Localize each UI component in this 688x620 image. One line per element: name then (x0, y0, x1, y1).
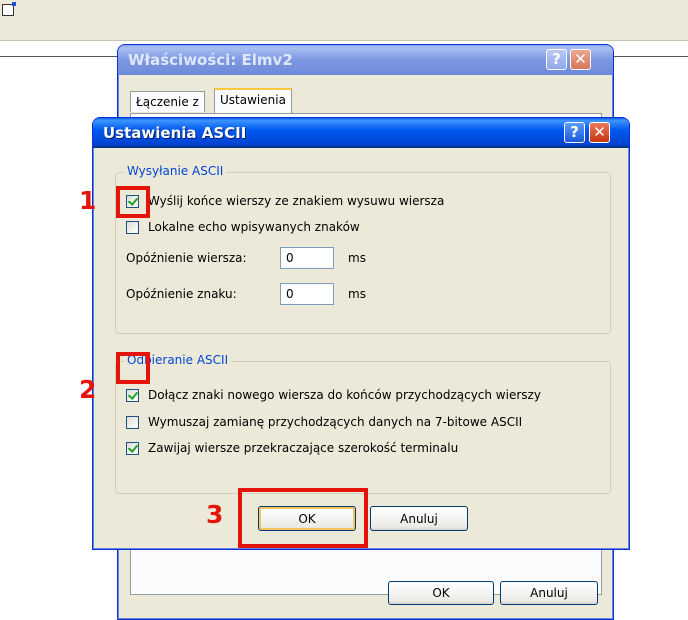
cancel-button[interactable]: Anuluj (370, 506, 468, 531)
send-line-ends-option[interactable]: Wyślij końce wierszy ze znakiem wysuwu w… (126, 192, 444, 210)
properties-close-button[interactable]: ✕ (570, 49, 591, 70)
ascii-sending-group: Wysyłanie ASCII Wyślij końce wierszy ze … (115, 164, 611, 334)
ascii-settings-body: Wysyłanie ASCII Wyślij końce wierszy ze … (97, 148, 625, 545)
force-7bit-option[interactable]: Wymuszaj zamianę przychodzących danych n… (126, 413, 522, 431)
wrap-lines-checkbox[interactable] (126, 441, 139, 455)
local-echo-label: Lokalne echo wpisywanych znaków (148, 220, 360, 234)
line-delay-row: Opóźnienie wiersza: 0 ms (126, 246, 366, 270)
properties-help-button[interactable]: ? (546, 49, 567, 70)
host-toolbar (0, 0, 688, 41)
line-delay-input[interactable]: 0 (280, 247, 334, 269)
tab-connect[interactable]: Łączenie z (130, 91, 205, 112)
append-line-feeds-checkbox[interactable] (126, 388, 139, 402)
char-delay-unit: ms (348, 287, 366, 301)
force-7bit-checkbox[interactable] (126, 415, 139, 429)
local-echo-option[interactable]: Lokalne echo wpisywanych znaków (126, 218, 360, 236)
close-button[interactable]: ✕ (589, 122, 610, 143)
properties-title-bar[interactable]: Właściwości: Elmv2 ? ✕ (118, 45, 613, 75)
append-line-feeds-option[interactable]: Dołącz znaki nowego wiersza do końców pr… (126, 386, 541, 404)
annotation-number-3: 3 (206, 500, 224, 529)
annotation-number-1: 1 (79, 186, 97, 215)
wrap-lines-option[interactable]: Zawijaj wiersze przekraczające szerokość… (126, 439, 458, 457)
local-echo-checkbox[interactable] (126, 220, 139, 234)
line-delay-label: Opóźnienie wiersza: (126, 251, 247, 265)
tab-settings[interactable]: Ustawienia (214, 88, 292, 114)
wrap-lines-label: Zawijaj wiersze przekraczające szerokość… (148, 441, 459, 455)
char-delay-label: Opóźnienie znaku: (126, 287, 237, 301)
help-button[interactable]: ? (564, 122, 585, 143)
force-7bit-label: Wymuszaj zamianę przychodzących danych n… (148, 415, 523, 429)
properties-window-title: Właściwości: Elmv2 (128, 51, 293, 69)
send-line-ends-label: Wyślij końce wierszy ze znakiem wysuwu w… (148, 194, 445, 208)
annotation-box-3 (238, 488, 368, 548)
annotation-box-2 (116, 352, 150, 384)
ascii-settings-dialog: Ustawienia ASCII ? ✕ Wysyłanie ASCII Wyś… (92, 117, 630, 550)
ascii-settings-title-bar[interactable]: Ustawienia ASCII ? ✕ (93, 118, 629, 148)
ascii-settings-title: Ustawienia ASCII (103, 124, 247, 142)
char-delay-row: Opóźnienie znaku: 0 ms (126, 282, 366, 306)
properties-cancel-button[interactable]: Anuluj (500, 581, 598, 605)
document-icon (2, 2, 16, 16)
annotation-number-2: 2 (79, 375, 97, 404)
properties-ok-button[interactable]: OK (388, 581, 494, 605)
append-line-feeds-label: Dołącz znaki nowego wiersza do końców pr… (148, 388, 541, 402)
annotation-box-1 (116, 186, 150, 218)
char-delay-input[interactable]: 0 (280, 283, 334, 305)
line-delay-unit: ms (348, 251, 366, 265)
ascii-sending-legend: Wysyłanie ASCII (124, 164, 227, 178)
ascii-receiving-group: Odbieranie ASCII Dołącz znaki nowego wie… (115, 353, 611, 494)
